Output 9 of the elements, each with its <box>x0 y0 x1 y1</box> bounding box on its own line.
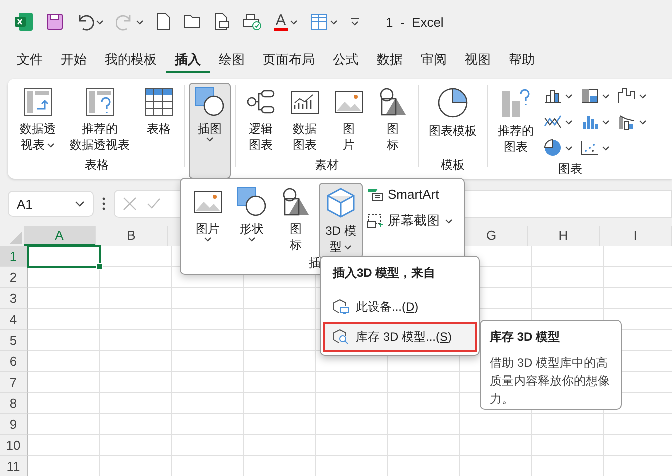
menu-heading: 插入3D 模型，来自 <box>332 265 437 282</box>
tooltip-title: 库存 3D 模型 <box>490 329 562 346</box>
group-label: 表格 <box>85 157 109 174</box>
group-label: 模板 <box>441 157 465 174</box>
group-label: 插 <box>309 255 321 272</box>
group-label: 素材 <box>315 157 339 174</box>
tooltip-text: 借助 3D 模型库中的高质量内容释放你的想像力。 <box>490 355 611 408</box>
group-label: 图表 <box>558 161 582 178</box>
window-title: 1 - Excel <box>386 14 444 30</box>
